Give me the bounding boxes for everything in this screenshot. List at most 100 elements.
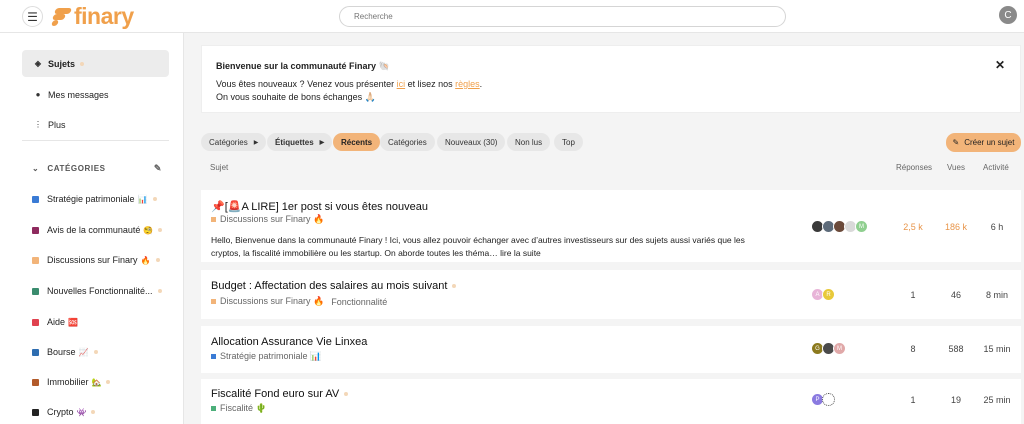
- sidebar-item-sujets[interactable]: ◈ Sujets: [22, 50, 169, 77]
- topic-replies[interactable]: 8: [893, 344, 933, 354]
- topic-replies[interactable]: 1: [893, 290, 933, 300]
- column-views[interactable]: Vues: [947, 163, 965, 172]
- category-emoji: 🔥: [140, 255, 151, 265]
- topic-views: 186 k: [944, 222, 968, 232]
- category-label: Aide: [47, 317, 66, 327]
- topic-category[interactable]: Stratégie patrimoniale 📊: [211, 351, 321, 362]
- new-dot: [91, 410, 96, 414]
- top-header: ☰ finary C: [0, 0, 1024, 33]
- poster-avatars: G M: [811, 342, 846, 355]
- topic-row[interactable]: 📌[🚨A LIRE] 1er post si vous êtes nouveau…: [201, 190, 1021, 262]
- pencil-icon[interactable]: ✎: [154, 163, 162, 174]
- column-topic[interactable]: Sujet: [210, 163, 228, 172]
- sidebar-item-label: Mes messages: [48, 89, 109, 100]
- banner-text: .: [479, 79, 483, 89]
- sidebar-divider: [22, 140, 169, 141]
- topic-title[interactable]: Budget : Affectation des salaires au moi…: [211, 280, 457, 292]
- topic-row[interactable]: Allocation Assurance Vie Linxea Stratégi…: [201, 326, 1021, 373]
- topic-title[interactable]: 📌[🚨A LIRE] 1er post si vous êtes nouveau: [211, 200, 428, 213]
- sidebar-category[interactable]: Nouvelles Fonctionnalité...: [32, 286, 162, 296]
- category-label: Immobilier: [47, 377, 89, 387]
- tab-nouveaux[interactable]: Nouveaux (30): [437, 133, 506, 151]
- categories-dropdown[interactable]: Catégories ▶: [201, 133, 267, 151]
- tab-categories[interactable]: Catégories: [380, 133, 435, 151]
- topic-category-label: Stratégie patrimoniale 📊: [220, 351, 322, 361]
- avatar[interactable]: M: [833, 342, 846, 355]
- column-replies[interactable]: Réponses: [896, 163, 932, 172]
- close-icon[interactable]: ✕: [995, 58, 1005, 72]
- category-label: Stratégie patrimoniale: [47, 194, 135, 204]
- avatar[interactable]: M: [855, 220, 868, 233]
- banner-line-2: On vous souhaite de bons échanges 🙏🏻: [216, 92, 376, 102]
- topic-views: 588: [948, 344, 964, 354]
- topic-tag[interactable]: Fonctionnalité: [331, 297, 387, 307]
- topic-row[interactable]: Fiscalité Fond euro sur AV Fiscalité 🌵 P…: [201, 379, 1021, 424]
- tags-dropdown[interactable]: Étiquettes ▶: [267, 133, 333, 151]
- create-topic-label: Créer un sujet: [964, 138, 1015, 147]
- unread-dot: [452, 284, 457, 289]
- category-color-square: [32, 318, 39, 326]
- column-activity[interactable]: Activité: [983, 163, 1009, 172]
- poster-avatars: P: [811, 393, 835, 406]
- topic-category[interactable]: Fiscalité 🌵: [211, 403, 267, 414]
- rules-link[interactable]: règles: [455, 79, 480, 89]
- category-color-square: [32, 378, 39, 386]
- topic-activity[interactable]: 6 h: [977, 222, 1017, 232]
- new-dot: [155, 258, 160, 262]
- category-color-square: [211, 406, 216, 411]
- hamburger-icon[interactable]: ☰: [22, 6, 43, 27]
- more-vertical-icon: ⋮: [34, 120, 42, 129]
- caret-right-icon: ▶: [253, 139, 259, 146]
- sidebar-item-plus[interactable]: ⋮ Plus: [22, 111, 169, 138]
- sidebar-category[interactable]: Bourse 📈: [32, 347, 98, 357]
- topic-title[interactable]: Fiscalité Fond euro sur AV: [211, 388, 349, 400]
- category-color-square: [32, 287, 39, 295]
- sidebar-category[interactable]: Immobilier 🏡: [32, 377, 111, 387]
- intro-link[interactable]: ici: [397, 79, 406, 89]
- sidebar-item-label: Sujets: [48, 58, 76, 69]
- topic-title[interactable]: Allocation Assurance Vie Linxea: [211, 336, 367, 348]
- sidebar-category[interactable]: Stratégie patrimoniale 📊: [32, 194, 157, 204]
- sidebar-category[interactable]: Aide 🆘: [32, 317, 78, 327]
- category-label: Bourse: [47, 347, 76, 357]
- sidebar-category[interactable]: Discussions sur Finary 🔥: [32, 255, 160, 265]
- chevron-down-icon: ⌄: [32, 164, 40, 173]
- sidebar-item-messages[interactable]: ● Mes messages: [22, 81, 169, 108]
- topic-replies[interactable]: 2,5 k: [893, 222, 933, 232]
- avatar[interactable]: R: [822, 288, 835, 301]
- create-topic-button[interactable]: ✎ Créer un sujet: [946, 133, 1021, 152]
- category-color-square: [32, 408, 39, 416]
- topic-activity[interactable]: 15 min: [977, 344, 1017, 354]
- excerpt-text: Hello, Bienvenue dans la communauté Fina…: [211, 235, 745, 258]
- category-emoji: 🏡: [91, 377, 102, 387]
- banner-text: et lisez nos: [405, 79, 456, 89]
- topic-category-label: Discussions sur Finary 🔥: [220, 296, 325, 306]
- categories-header-label: CATÉGORIES: [47, 164, 106, 173]
- category-color-square: [32, 226, 39, 234]
- category-emoji: 📈: [78, 347, 89, 357]
- read-more-link[interactable]: lire la suite: [500, 248, 541, 258]
- tab-recents[interactable]: Récents: [333, 133, 381, 151]
- search-input[interactable]: [339, 6, 786, 27]
- topic-category[interactable]: Discussions sur Finary 🔥: [211, 214, 324, 225]
- tab-non-lus[interactable]: Non lus: [507, 133, 551, 151]
- user-avatar[interactable]: C: [999, 6, 1017, 24]
- sidebar-category[interactable]: Avis de la communauté 🧐: [32, 225, 163, 235]
- tab-top[interactable]: Top: [554, 133, 583, 151]
- topic-category-label: Fiscalité 🌵: [220, 403, 267, 413]
- topic-category[interactable]: Discussions sur Finary 🔥 Fonctionnalité: [211, 296, 387, 307]
- new-dot: [80, 61, 85, 66]
- poster-avatars: M: [811, 220, 868, 233]
- topic-replies[interactable]: 1: [893, 395, 933, 405]
- topic-activity[interactable]: 8 min: [977, 290, 1017, 300]
- category-color-square: [211, 217, 216, 222]
- topic-activity[interactable]: 25 min: [977, 395, 1017, 405]
- category-label: Avis de la communauté: [47, 225, 141, 235]
- categories-header[interactable]: ⌄ CATÉGORIES ✎: [32, 163, 162, 174]
- banner-title: Bienvenue sur la communauté Finary 🐚: [216, 61, 390, 71]
- avatar[interactable]: [822, 393, 835, 406]
- topic-row[interactable]: Budget : Affectation des salaires au moi…: [201, 270, 1021, 319]
- sidebar-category[interactable]: Crypto 👾: [32, 407, 96, 417]
- finary-logo[interactable]: finary: [50, 4, 134, 28]
- new-dot: [93, 350, 98, 354]
